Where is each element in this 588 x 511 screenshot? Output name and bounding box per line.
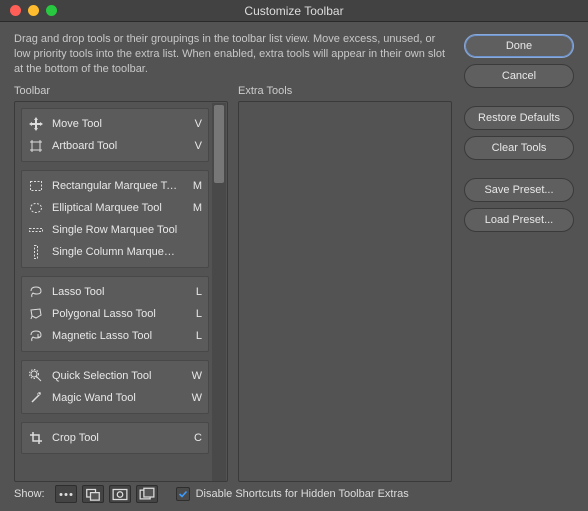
toolbar-header: Toolbar: [14, 85, 228, 97]
tool-row[interactable]: Elliptical Marquee Tool M: [28, 197, 202, 219]
scroll-thumb[interactable]: [214, 105, 224, 183]
tool-group[interactable]: Lasso ToolLPolygonal Lasso ToolLMagnetic…: [21, 276, 209, 352]
restore-defaults-button[interactable]: Restore Defaults: [464, 106, 574, 130]
load-preset-button[interactable]: Load Preset...: [464, 208, 574, 232]
screen-mode-icon[interactable]: [136, 485, 158, 503]
tool-group[interactable]: Rectangular Marquee ToolMElliptical Marq…: [21, 170, 209, 268]
extra-tools-list[interactable]: [238, 101, 452, 482]
tool-group[interactable]: Move Tool V Artboard Tool V: [21, 108, 209, 162]
disable-shortcuts-label: Disable Shortcuts for Hidden Toolbar Ext…: [196, 488, 409, 500]
rect-marquee-icon: [28, 178, 44, 194]
tool-row[interactable]: Quick Selection Tool W: [28, 365, 202, 387]
lasso-icon: [28, 284, 44, 300]
tool-name: Lasso Tool: [52, 286, 180, 298]
tool-row[interactable]: Magic Wand Tool W: [28, 387, 202, 409]
tool-row[interactable]: Move Tool V: [28, 113, 202, 135]
extra-tools-header: Extra Tools: [238, 85, 452, 97]
tool-name: Quick Selection Tool: [52, 370, 180, 382]
disable-shortcuts-checkbox[interactable]: Disable Shortcuts for Hidden Toolbar Ext…: [176, 487, 409, 501]
tool-shortcut: M: [188, 202, 202, 214]
cancel-button[interactable]: Cancel: [464, 64, 574, 88]
tool-group[interactable]: Quick Selection Tool W Magic Wand Tool W: [21, 360, 209, 414]
tool-name: Magnetic Lasso Tool: [52, 330, 180, 342]
mag-lasso-icon: [28, 328, 44, 344]
save-preset-button[interactable]: Save Preset...: [464, 178, 574, 202]
tool-group[interactable]: Crop Tool C: [21, 422, 209, 454]
checkbox-icon: [176, 487, 190, 501]
artboard-icon: [28, 138, 44, 154]
ellipse-marquee-icon: [28, 200, 44, 216]
tool-shortcut: V: [188, 140, 202, 152]
tool-shortcut: M: [188, 180, 202, 192]
tool-name: Crop Tool: [52, 432, 180, 444]
overflow-icon[interactable]: [55, 485, 77, 503]
tool-shortcut: L: [188, 286, 202, 298]
tool-shortcut: C: [188, 432, 202, 444]
tool-name: Single Column Marquee Tool: [52, 246, 180, 258]
tool-name: Move Tool: [52, 118, 180, 130]
tool-shortcut: L: [188, 330, 202, 342]
tool-shortcut: W: [188, 370, 202, 382]
quick-mask-icon[interactable]: [109, 485, 131, 503]
magic-wand-icon: [28, 390, 44, 406]
crop-icon: [28, 430, 44, 446]
tool-row[interactable]: Polygonal Lasso Tool L: [28, 303, 202, 325]
window-title: Customize Toolbar: [0, 4, 588, 18]
row-marquee-icon: [28, 222, 44, 238]
titlebar: Customize Toolbar: [0, 0, 588, 22]
tool-row[interactable]: Magnetic Lasso Tool L: [28, 325, 202, 347]
tool-row[interactable]: Artboard Tool V: [28, 135, 202, 157]
tool-name: Polygonal Lasso Tool: [52, 308, 180, 320]
tool-row[interactable]: Lasso Tool L: [28, 281, 202, 303]
toolbar-list[interactable]: Move Tool V Artboard Tool V Rectangular Marq…: [14, 101, 228, 482]
tool-name: Magic Wand Tool: [52, 392, 180, 404]
show-label: Show:: [14, 488, 45, 500]
tool-name: Rectangular Marquee Tool: [52, 180, 180, 192]
quick-select-icon: [28, 368, 44, 384]
clear-tools-button[interactable]: Clear Tools: [464, 136, 574, 160]
done-button[interactable]: Done: [464, 34, 574, 58]
foreground-background-icon[interactable]: [82, 485, 104, 503]
tool-row[interactable]: Single Column Marquee Tool: [28, 241, 202, 263]
tool-shortcut: W: [188, 392, 202, 404]
scrollbar[interactable]: [212, 103, 226, 482]
poly-lasso-icon: [28, 306, 44, 322]
tool-name: Elliptical Marquee Tool: [52, 202, 180, 214]
tool-shortcut: L: [188, 308, 202, 320]
tool-shortcut: V: [188, 118, 202, 130]
move-icon: [28, 116, 44, 132]
tool-row[interactable]: Crop Tool C: [28, 427, 202, 449]
tool-row[interactable]: Rectangular Marquee Tool M: [28, 175, 202, 197]
tool-row[interactable]: Single Row Marquee Tool: [28, 219, 202, 241]
footer: Show: Disable Shortcuts for Hidden Toolb…: [14, 485, 574, 503]
col-marquee-icon: [28, 244, 44, 260]
tool-name: Single Row Marquee Tool: [52, 224, 180, 236]
tool-name: Artboard Tool: [52, 140, 180, 152]
instructions-text: Drag and drop tools or their groupings i…: [14, 32, 452, 77]
